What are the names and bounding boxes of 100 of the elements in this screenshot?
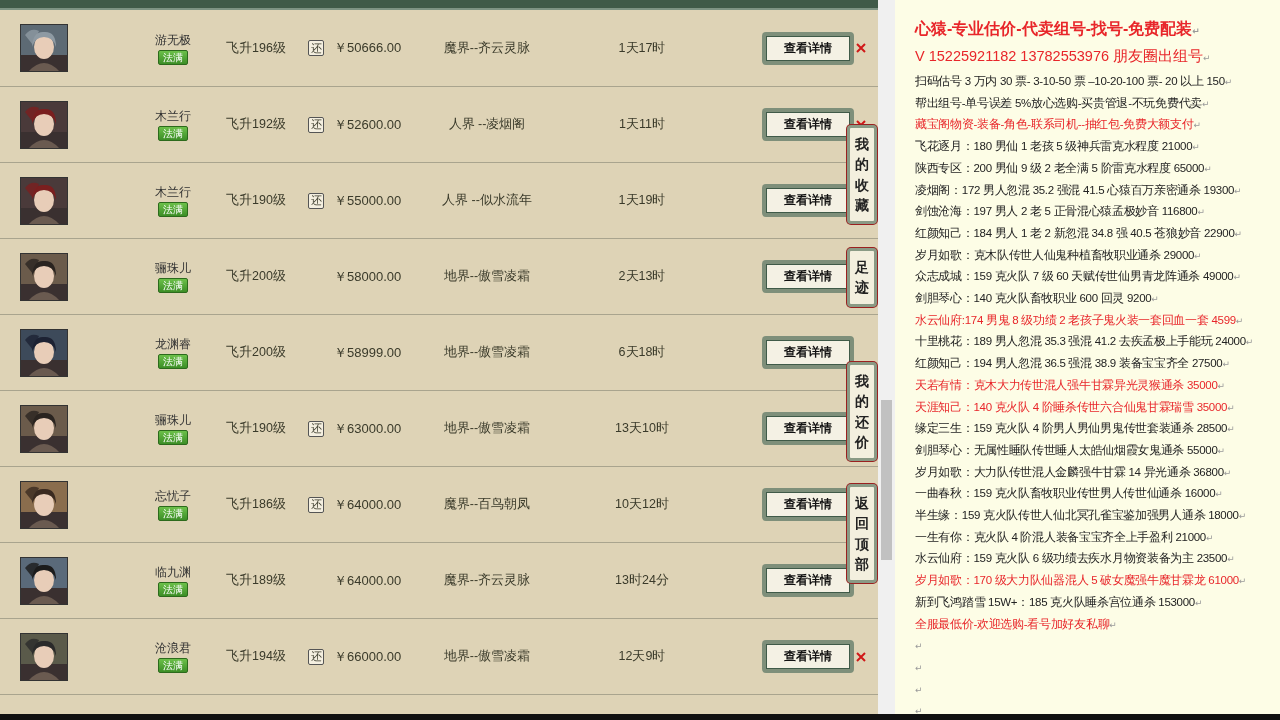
note-text: 陕西专区：200 男仙 9 级 2 老全满 5 阶雷克水程度 65000 — [915, 161, 1205, 174]
level-text: 飞升196级 — [225, 39, 287, 57]
level-text: 飞升186级 — [225, 496, 287, 513]
paragraph-mark: ↵ — [1215, 489, 1223, 500]
view-details-button[interactable]: 查看详情 — [762, 108, 854, 141]
player-name: 骊珠儿 — [155, 260, 191, 277]
bargain-tag: 还 — [308, 648, 324, 665]
note-text: 红颜知己：184 男人 1 老 2 新忽混 34.8 强 40.5 苍狼妙音 22900 — [915, 226, 1235, 239]
view-details-button[interactable]: 查看详情 — [762, 31, 854, 65]
note-text: 天涯知己：140 克火队 4 阶睡杀传世六合仙鬼甘霖瑞雪 35000 — [915, 400, 1228, 413]
bargain-tag: 还 — [308, 496, 324, 513]
paragraph-mark: ↵ — [1217, 445, 1225, 456]
player-name: 龙渊睿 — [155, 336, 191, 353]
paragraph-mark: ↵ — [915, 641, 923, 652]
time-left-text: 13天10时 — [614, 420, 670, 437]
paragraph-mark: ↵ — [915, 663, 923, 673]
side-tab-menu[interactable]: 返回顶部 — [847, 484, 877, 584]
paragraph-mark: ↵ — [1151, 294, 1159, 305]
note-text: 天若有情：克木大力传世混人强牛甘霖异光灵猴通杀 35000 — [915, 378, 1218, 391]
paragraph-mark: ↵ — [1193, 120, 1201, 131]
server-text: 地界--傲雪凌霜 — [442, 420, 532, 437]
paragraph-mark: ↵ — [1223, 467, 1231, 478]
server-text: 人界 --凌烟阁 — [447, 116, 527, 133]
player-name: 沧浪君 — [155, 640, 191, 657]
time-left-text: 10天12时 — [614, 496, 670, 513]
note-text: 岁月如歌：170 级大力队仙器混人 5 破女魔强牛魔甘霖龙 61000 — [915, 574, 1239, 587]
note-text: 新到飞鸿踏雪 15W+：185 克火队睡杀宫位通杀 153000 — [915, 595, 1195, 608]
paragraph-mark: ↵ — [1109, 619, 1117, 630]
note-text: 全服最低价-欢迎选购-看号加好友私聊 — [915, 617, 1110, 630]
view-details-button[interactable]: 查看详情 — [762, 640, 854, 673]
level-text: 飞升190级 — [225, 192, 287, 209]
note-text: 藏宝阁物资-装备-角色-联系司机--抽红包-免费大额支付 — [915, 118, 1194, 131]
price-text: ￥52600.00 — [333, 115, 403, 134]
time-left-text: 1天17时 — [617, 39, 667, 57]
price-text: ￥63000.00 — [333, 419, 403, 438]
player-name: 木兰行 — [155, 108, 191, 125]
paragraph-mark: ↵ — [1194, 597, 1203, 608]
note-text: 半生缘：159 克火队传世人仙北冥孔雀宝鉴加强男人通杀 18000 — [915, 509, 1239, 522]
view-details-button[interactable]: 查看详情 — [762, 336, 854, 369]
server-text: 魔界--齐云灵脉 — [442, 39, 532, 57]
note-text: 飞花逐月：180 男仙 1 老孩 5 级神兵雷克水程度 21000 — [915, 140, 1193, 153]
paragraph-mark: ↵ — [1227, 402, 1235, 413]
level-text: 飞升190级 — [225, 420, 287, 437]
player-name: 临九渊 — [155, 564, 191, 581]
paragraph-mark: ↵ — [1192, 26, 1200, 36]
player-name: 木兰行 — [155, 184, 191, 201]
note-text: 水云仙府：159 克火队 6 级功绩去疾水月物资装备为主 23500 — [915, 552, 1228, 565]
time-left-text: 6天18时 — [617, 344, 667, 361]
paragraph-mark: ↵ — [1234, 228, 1242, 239]
paragraph-mark: ↵ — [1222, 359, 1230, 370]
status-tag: 法满 — [158, 126, 188, 141]
status-tag: 法满 — [158, 430, 188, 445]
note-text: 剑胆琴心：无属性睡队传世睡人太皓仙烟霞女鬼通杀 55000 — [915, 443, 1218, 456]
bargain-tag: 还 — [308, 116, 324, 133]
status-tag: 法满 — [158, 658, 188, 673]
status-tag: 法满 — [158, 582, 188, 597]
level-text: 飞升200级 — [225, 344, 287, 361]
paragraph-mark: ↵ — [1227, 554, 1235, 565]
paragraph-mark: ↵ — [1205, 532, 1214, 543]
player-name: 游无极 — [155, 31, 191, 49]
status-tag: 法满 — [158, 506, 188, 521]
player-name: 忘忧子 — [155, 488, 191, 505]
status-tag: 法满 — [158, 49, 188, 65]
note-text: 扫码估号 3 万内 30 票- 3-10-50 票 –10-20-100 票- 20 以上 150 — [915, 75, 1225, 87]
level-text: 飞升194级 — [225, 648, 287, 665]
scrollbar-thumb[interactable] — [881, 400, 892, 560]
note-text: 岁月如歌：大力队传世混人金麟强牛甘霖 14 异光通杀 36800 — [915, 465, 1224, 478]
level-text: 飞升192级 — [225, 116, 287, 133]
paragraph-mark: ↵ — [1233, 272, 1241, 283]
paragraph-mark: ↵ — [1238, 576, 1247, 587]
time-left-text: 12天9时 — [617, 648, 667, 665]
paragraph-mark: ↵ — [1197, 207, 1205, 218]
price-text: ￥58000.00 — [333, 267, 403, 286]
paragraph-mark: ↵ — [1194, 250, 1202, 261]
paragraph-mark: ↵ — [1224, 77, 1232, 87]
paragraph-mark: ↵ — [1217, 380, 1225, 391]
time-left-text: 1天19时 — [617, 192, 667, 209]
headline-text: V 15225921182 13782553976 朋友圈出组号 — [915, 48, 1204, 64]
note-text: 岁月如歌：克木队传世人仙鬼种植畜牧职业通杀 29000 — [915, 248, 1195, 261]
time-left-text: 1天11时 — [618, 116, 666, 133]
status-tag: 法满 — [158, 202, 188, 217]
server-text: 地界--傲雪凌霜 — [442, 648, 532, 665]
time-left-text: 2天13时 — [617, 268, 667, 285]
server-text: 人界 --似水流年 — [441, 192, 533, 209]
note-text: 帮出组号-单号误差 5%放心选购-买贵管退-不玩免费代卖 — [915, 96, 1202, 109]
side-tab-menu[interactable]: 我的收藏 — [847, 125, 877, 225]
view-details-button[interactable]: 查看详情 — [762, 564, 854, 597]
side-tab-menu[interactable]: 足迹 — [847, 248, 877, 307]
level-text: 飞升200级 — [225, 268, 287, 285]
status-tag: 法满 — [158, 354, 188, 369]
paragraph-mark: ↵ — [1203, 53, 1211, 63]
paragraph-mark: ↵ — [1192, 142, 1200, 153]
paragraph-mark: ↵ — [1204, 163, 1212, 174]
note-text: 众志成城：159 克火队 7 级 60 天赋传世仙男青龙阵通杀 49000 — [915, 270, 1234, 283]
server-text: 魔界--百鸟朝凤 — [442, 496, 532, 513]
paragraph-mark: ↵ — [1201, 98, 1210, 109]
price-text: ￥64000.00 — [333, 571, 403, 590]
side-tab-menu[interactable]: 我的还价 — [847, 362, 877, 462]
note-text: 十里桃花：189 男人忽混 35.3 强混 41.2 去疾孟极上手能玩 24000 — [915, 335, 1246, 348]
server-text: 魔界--齐云灵脉 — [442, 572, 532, 589]
